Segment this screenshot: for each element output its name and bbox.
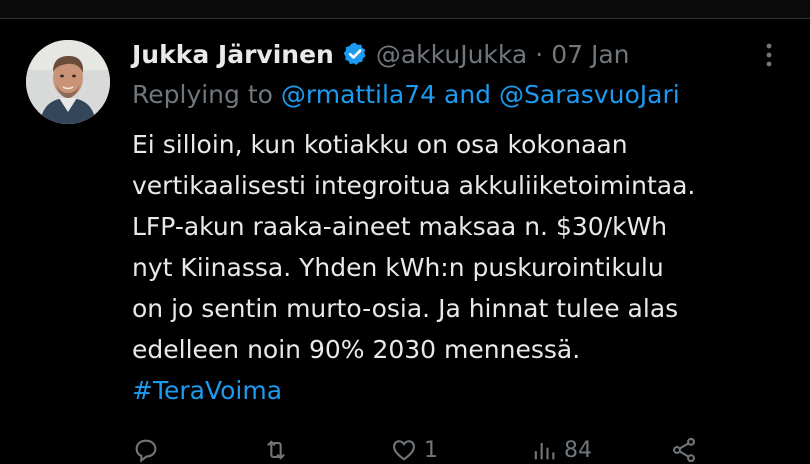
tweet-text-line: Ei silloin, kun kotiakku on osa kokonaan [132, 130, 628, 159]
replying-to-conjunction: and [444, 80, 492, 109]
author-name[interactable]: Jukka Järvinen [132, 40, 334, 69]
author-handle[interactable]: @akkuJukka [376, 40, 527, 69]
tweet-date[interactable]: 07 Jan [551, 40, 629, 69]
like-button[interactable]: 1 [390, 436, 530, 464]
verified-badge-icon [342, 41, 368, 67]
previous-tweet-divider [0, 0, 810, 19]
views-button[interactable]: 84 [530, 436, 670, 464]
reply-button[interactable] [132, 436, 262, 464]
tweet-text: Ei silloin, kun kotiakku on osa kokonaan… [132, 124, 792, 411]
retweet-icon [267, 440, 285, 460]
like-count: 1 [424, 437, 438, 463]
reply-icon [135, 439, 157, 463]
avatar-photo [26, 40, 110, 124]
tweet-actions: 1 84 [132, 436, 782, 463]
tweet-text-line: LFP-akun raaka-aineet maksaa n. $30/kWh [132, 212, 668, 241]
retweet-button[interactable] [262, 436, 390, 464]
replying-to-label: Replying to [132, 80, 273, 109]
hashtag-link[interactable]: #TeraVoima [132, 370, 792, 411]
mention-link[interactable]: @rmattila74 [281, 80, 436, 109]
tweet-text-line: vertikaalisesti integroitua akkuliiketoi… [132, 171, 696, 200]
tweet-text-line: nyt Kiinassa. Yhden kWh:n puskurointikul… [132, 253, 664, 282]
more-options-button[interactable] [760, 40, 778, 70]
tweet-text-line: on jo sentin murto-osia. Ja hinnat tulee… [132, 294, 679, 323]
like-icon [393, 440, 415, 461]
header-separator: · [535, 39, 544, 69]
tweet-text-line: edelleen noin 90% 2030 mennessä. [132, 335, 581, 364]
views-count: 84 [564, 437, 592, 463]
tweet-header: Jukka Järvinen @akkuJukka · 07 Jan [132, 34, 630, 74]
share-button[interactable] [670, 436, 730, 464]
share-icon [673, 437, 695, 463]
avatar[interactable] [26, 40, 110, 124]
views-icon [534, 443, 555, 460]
more-icon [766, 43, 772, 67]
mention-link[interactable]: @SarasvuoJari [499, 80, 680, 109]
replying-to: Replying to @rmattila74 and @SarasvuoJar… [132, 80, 680, 109]
